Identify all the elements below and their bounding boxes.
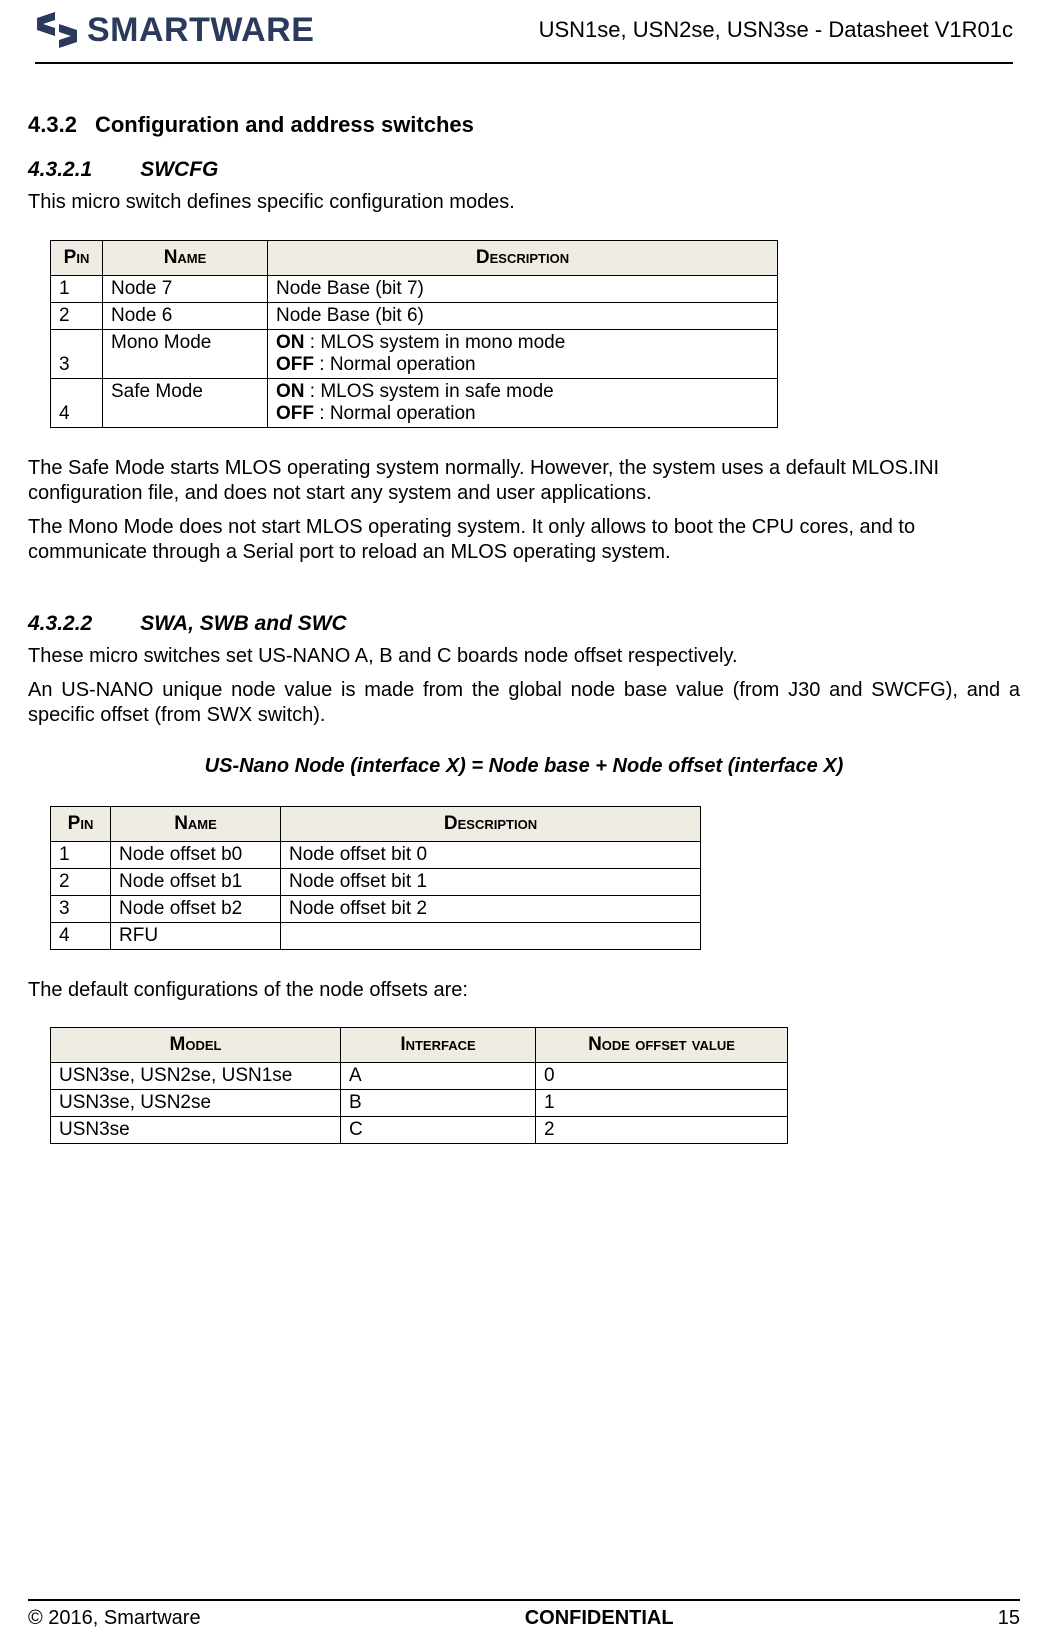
- col-node-offset-value: Node offset value: [536, 1028, 788, 1063]
- off-text: : Normal operation: [314, 403, 476, 424]
- paragraph: An US-NANO unique node value is made fro…: [28, 678, 1020, 729]
- off-label: OFF: [276, 354, 314, 375]
- desc-cell: Node Base (bit 6): [268, 302, 778, 329]
- table-row: 4 RFU: [51, 922, 701, 949]
- value-cell: 0: [536, 1063, 788, 1090]
- swx-table: Pin Name Description 1 Node offset b0 No…: [50, 806, 701, 950]
- table-header-row: Pin Name Description: [51, 806, 701, 841]
- paragraph: This micro switch defines specific confi…: [28, 190, 1020, 216]
- name-cell: Node offset b1: [111, 868, 281, 895]
- heading-4-3-2-2: 4.3.2.2 SWA, SWB and SWC: [28, 612, 1020, 636]
- paragraph: The Mono Mode does not start MLOS operat…: [28, 515, 1020, 566]
- desc-cell: ON : MLOS system in mono mode OFF : Norm…: [268, 329, 778, 378]
- document-title: USN1se, USN2se, USN3se - Datasheet V1R01…: [539, 17, 1013, 43]
- heading-text: SWCFG: [140, 158, 218, 181]
- col-name: Name: [111, 806, 281, 841]
- pin-cell: 1: [51, 275, 103, 302]
- table-row: 1 Node 7 Node Base (bit 7): [51, 275, 778, 302]
- page-footer: © 2016, Smartware CONFIDENTIAL 15: [0, 1599, 1048, 1630]
- col-model: Model: [51, 1028, 341, 1063]
- heading-number: 4.3.2: [28, 112, 77, 137]
- off-text: : Normal operation: [314, 354, 476, 375]
- col-pin: Pin: [51, 806, 111, 841]
- desc-cell: Node offset bit 0: [281, 841, 701, 868]
- on-text: : MLOS system in mono mode: [305, 332, 566, 353]
- model-cell: USN3se, USN2se, USN1se: [51, 1063, 341, 1090]
- heading-text: Configuration and address switches: [95, 112, 474, 137]
- pin-cell: 1: [51, 841, 111, 868]
- desc-cell: Node offset bit 2: [281, 895, 701, 922]
- desc-cell: ON : MLOS system in safe mode OFF : Norm…: [268, 378, 778, 427]
- desc-cell: [281, 922, 701, 949]
- name-cell: Safe Mode: [103, 378, 268, 427]
- col-interface: Interface: [341, 1028, 536, 1063]
- model-cell: USN3se, USN2se: [51, 1090, 341, 1117]
- table-header-row: Model Interface Node offset value: [51, 1028, 788, 1063]
- name-cell: RFU: [111, 922, 281, 949]
- col-name: Name: [103, 240, 268, 275]
- table-row: USN3se, USN2se, USN1se A 0: [51, 1063, 788, 1090]
- heading-text: SWA, SWB and SWC: [140, 612, 347, 635]
- formula: US-Nano Node (interface X) = Node base +…: [28, 755, 1020, 778]
- pin-cell: 4: [51, 378, 103, 427]
- offset-defaults-table: Model Interface Node offset value USN3se…: [50, 1027, 788, 1144]
- table-row: 1 Node offset b0 Node offset bit 0: [51, 841, 701, 868]
- interface-cell: C: [341, 1117, 536, 1144]
- table-header-row: Pin Name Description: [51, 240, 778, 275]
- logo-text: SMARTWARE: [87, 11, 314, 50]
- page-number: 15: [998, 1607, 1020, 1630]
- heading-4-3-2-1: 4.3.2.1 SWCFG: [28, 158, 1020, 182]
- on-label: ON: [276, 332, 305, 353]
- confidential-label: CONFIDENTIAL: [525, 1607, 674, 1630]
- desc-cell: Node Base (bit 7): [268, 275, 778, 302]
- value-cell: 2: [536, 1117, 788, 1144]
- smartware-logo-icon: [35, 10, 81, 50]
- col-description: Description: [268, 240, 778, 275]
- heading-number: 4.3.2.2: [28, 612, 92, 635]
- model-cell: USN3se: [51, 1117, 341, 1144]
- table-row: 2 Node 6 Node Base (bit 6): [51, 302, 778, 329]
- name-cell: Node offset b0: [111, 841, 281, 868]
- swcfg-table: Pin Name Description 1 Node 7 Node Base …: [50, 240, 778, 428]
- table-row: 2 Node offset b1 Node offset bit 1: [51, 868, 701, 895]
- table-row: USN3se C 2: [51, 1117, 788, 1144]
- copyright: © 2016, Smartware: [28, 1607, 201, 1630]
- on-text: : MLOS system in safe mode: [305, 381, 554, 402]
- pin-cell: 4: [51, 922, 111, 949]
- pin-cell: 3: [51, 895, 111, 922]
- table-row: USN3se, USN2se B 1: [51, 1090, 788, 1117]
- off-label: OFF: [276, 403, 314, 424]
- paragraph: The default configurations of the node o…: [28, 978, 1020, 1004]
- table-row: 3 Node offset b2 Node offset bit 2: [51, 895, 701, 922]
- table-row: 3 Mono Mode ON : MLOS system in mono mod…: [51, 329, 778, 378]
- desc-cell: Node offset bit 1: [281, 868, 701, 895]
- pin-cell: 3: [51, 329, 103, 378]
- col-pin: Pin: [51, 240, 103, 275]
- name-cell: Node 7: [103, 275, 268, 302]
- page-content: 4.3.2Configuration and address switches …: [0, 64, 1048, 1144]
- interface-cell: A: [341, 1063, 536, 1090]
- name-cell: Node 6: [103, 302, 268, 329]
- footer-divider: [28, 1599, 1020, 1601]
- col-description: Description: [281, 806, 701, 841]
- interface-cell: B: [341, 1090, 536, 1117]
- pin-cell: 2: [51, 302, 103, 329]
- name-cell: Mono Mode: [103, 329, 268, 378]
- name-cell: Node offset b2: [111, 895, 281, 922]
- heading-4-3-2: 4.3.2 Configuration and address switches: [28, 112, 1020, 138]
- paragraph: The Safe Mode starts MLOS operating syst…: [28, 456, 1020, 507]
- pin-cell: 2: [51, 868, 111, 895]
- paragraph: These micro switches set US-NANO A, B an…: [28, 644, 1020, 670]
- table-row: 4 Safe Mode ON : MLOS system in safe mod…: [51, 378, 778, 427]
- on-label: ON: [276, 381, 305, 402]
- value-cell: 1: [536, 1090, 788, 1117]
- page-header: SMARTWARE USN1se, USN2se, USN3se - Datas…: [0, 0, 1048, 58]
- logo: SMARTWARE: [35, 10, 314, 50]
- heading-number: 4.3.2.1: [28, 158, 92, 181]
